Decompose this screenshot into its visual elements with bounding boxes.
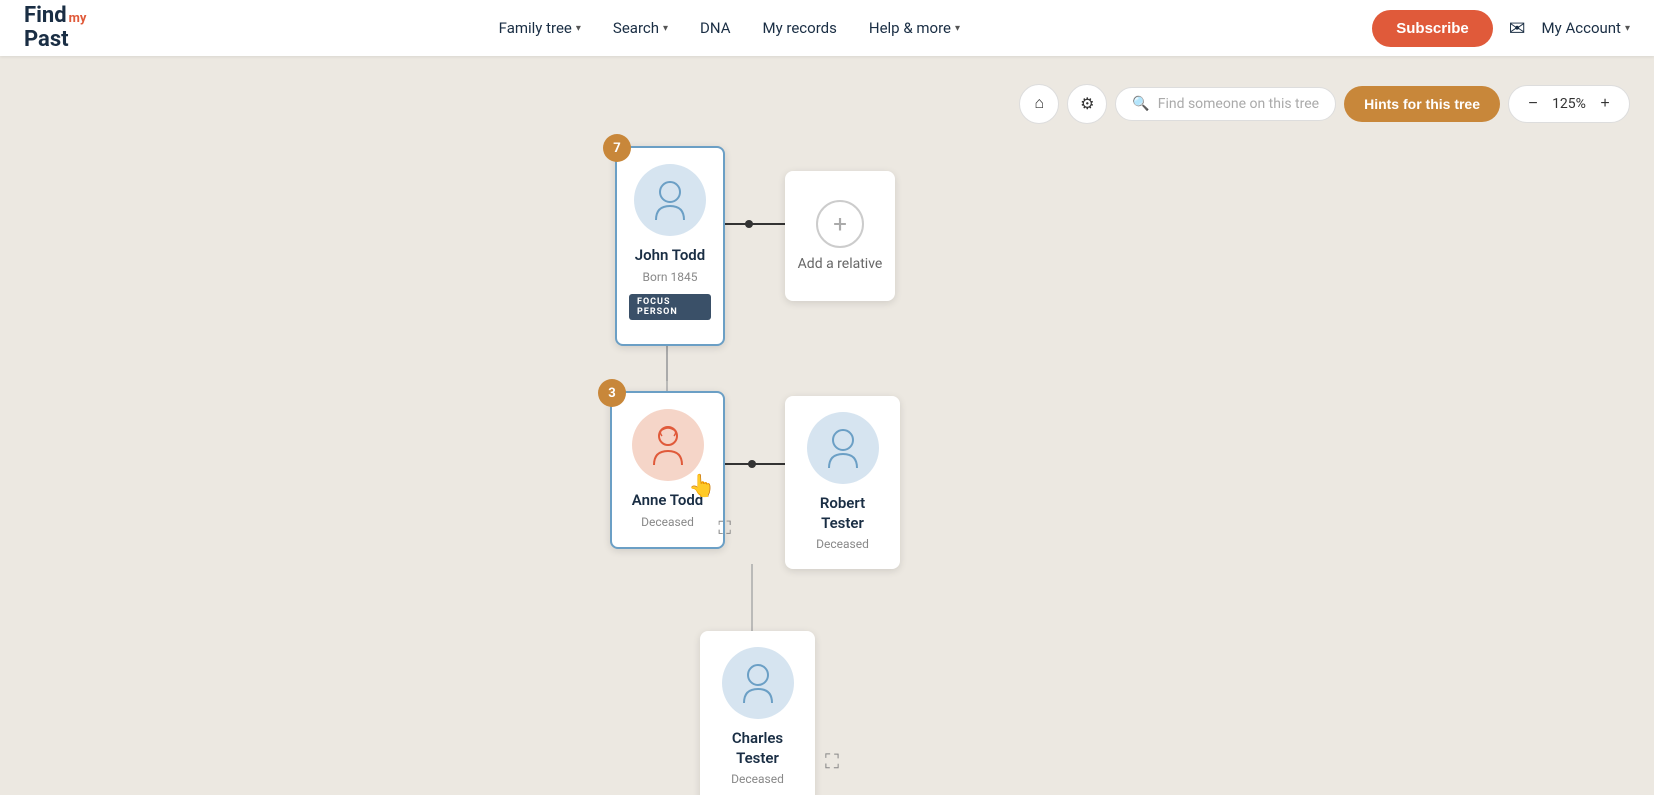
- add-relative-card[interactable]: + Add a relative: [785, 171, 895, 301]
- logo-past: Past: [24, 27, 86, 52]
- charles-dates: Deceased: [731, 772, 784, 786]
- zoom-level: 125%: [1549, 96, 1589, 112]
- settings-button[interactable]: ⚙: [1067, 84, 1107, 124]
- zoom-out-button[interactable]: −: [1521, 92, 1545, 116]
- person-card-charles[interactable]: Charles Tester Deceased ⛶: [700, 631, 815, 795]
- family-tree-icon: ⛶: [825, 751, 839, 773]
- search-icon: 🔍: [1132, 96, 1149, 112]
- hint-badge-anne: 3: [598, 379, 626, 407]
- subscribe-button[interactable]: Subscribe: [1372, 10, 1493, 47]
- anne-name: Anne Todd: [632, 491, 703, 511]
- nav-search-label: Search: [613, 19, 659, 37]
- envelope-icon[interactable]: ✉: [1509, 16, 1526, 40]
- add-icon: +: [816, 200, 864, 248]
- add-relative-label: Add a relative: [798, 256, 883, 272]
- nav-search[interactable]: Search ▾: [601, 11, 680, 45]
- nav-help[interactable]: Help & more ▾: [857, 11, 972, 45]
- account-label: My Account: [1542, 19, 1621, 37]
- gear-icon: ⚙: [1080, 94, 1094, 114]
- avatar-john: [634, 164, 706, 236]
- logo-my: my: [69, 12, 87, 25]
- john-name: John Todd: [635, 246, 705, 266]
- logo-find: Find: [24, 5, 67, 27]
- focus-badge: FOCUS PERSON: [629, 294, 711, 320]
- robert-name: Robert Tester: [797, 494, 888, 533]
- chevron-down-icon: ▾: [663, 23, 668, 34]
- chevron-down-icon: ▾: [576, 23, 581, 34]
- avatar-anne: [632, 409, 704, 481]
- family-tree-icon: ⛶: [718, 518, 731, 538]
- avatar-robert: [807, 412, 879, 484]
- logo[interactable]: Find my Past: [24, 5, 86, 52]
- anne-tree-icon-button[interactable]: ⛶: [718, 518, 731, 539]
- zoom-controls: − 125% +: [1508, 85, 1630, 123]
- tree-canvas: ⌂ ⚙ 🔍 Find someone on this tree Hints fo…: [0, 56, 1654, 795]
- nav-dna-label: DNA: [700, 19, 730, 37]
- tree-toolbar: ⌂ ⚙ 🔍 Find someone on this tree Hints fo…: [1019, 84, 1630, 124]
- nav-links: Family tree ▾ Search ▾ DNA My records He…: [118, 11, 1340, 45]
- nav-family-tree-label: Family tree: [499, 19, 572, 37]
- avatar-charles: [722, 647, 794, 719]
- nav-dna[interactable]: DNA: [688, 11, 742, 45]
- chevron-down-icon: ▾: [1625, 23, 1630, 34]
- charles-name: Charles Tester: [712, 729, 803, 768]
- zoom-in-button[interactable]: +: [1593, 92, 1617, 116]
- anne-dates: Deceased: [641, 515, 694, 529]
- nav-family-tree[interactable]: Family tree ▾: [487, 11, 593, 45]
- home-icon: ⌂: [1034, 95, 1044, 113]
- home-button[interactable]: ⌂: [1019, 84, 1059, 124]
- hint-badge-john: 7: [603, 134, 631, 162]
- charles-tree-icon-button[interactable]: ⛶: [825, 751, 839, 774]
- john-dates: Born 1845: [643, 270, 698, 284]
- account-button[interactable]: My Account ▾: [1542, 19, 1630, 37]
- nav-help-label: Help & more: [869, 19, 951, 37]
- chevron-down-icon: ▾: [955, 23, 960, 34]
- nav-right: Subscribe ✉ My Account ▾: [1372, 10, 1630, 47]
- nav-my-records[interactable]: My records: [751, 11, 849, 45]
- robert-dates: Deceased: [816, 537, 869, 551]
- person-card-robert[interactable]: Robert Tester Deceased: [785, 396, 900, 569]
- search-box[interactable]: 🔍 Find someone on this tree: [1115, 87, 1336, 121]
- person-card-john[interactable]: 7 John Todd Born 1845 FOCUS PERSON: [615, 146, 725, 346]
- navbar: Find my Past Family tree ▾ Search ▾ DNA …: [0, 0, 1654, 56]
- hints-button[interactable]: Hints for this tree: [1344, 86, 1500, 122]
- person-card-anne[interactable]: 3 Anne Todd Deceased ⛶: [610, 391, 725, 549]
- search-placeholder: Find someone on this tree: [1158, 96, 1319, 112]
- nav-my-records-label: My records: [763, 19, 837, 37]
